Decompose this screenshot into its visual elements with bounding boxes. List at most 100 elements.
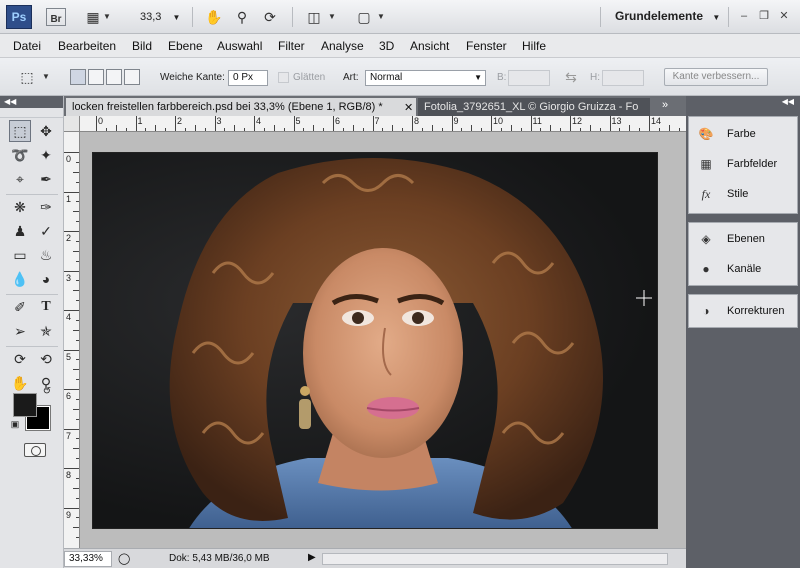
magic-wand-tool-icon[interactable]: ✦ bbox=[35, 144, 57, 166]
close-icon[interactable]: ✕ bbox=[404, 99, 413, 116]
feather-input[interactable]: 0 Px bbox=[228, 70, 268, 86]
crop-tool-icon[interactable]: ⌖ bbox=[9, 168, 31, 190]
workspace-switcher[interactable]: Grundelemente ▼ bbox=[615, 9, 720, 23]
ruler-major-tick bbox=[64, 270, 79, 272]
status-info-icon[interactable]: ◯ bbox=[118, 552, 130, 565]
eyedropper-tool-icon[interactable]: ✒ bbox=[35, 168, 57, 190]
tab-document-inactive[interactable]: Fotolia_3792651_XL © Giorgio Gruizza - F… bbox=[418, 98, 650, 116]
history-brush-tool-icon[interactable]: ✓ bbox=[35, 220, 57, 242]
zoom-level-select[interactable]: 33,3 ▼ bbox=[140, 8, 184, 26]
path-selection-tool-icon[interactable]: ➢ bbox=[9, 320, 31, 342]
ruler-major-tick bbox=[214, 116, 216, 131]
rectangular-marquee-tool-icon[interactable]: ⬚ bbox=[9, 120, 31, 142]
style-select[interactable]: Normal ▼ bbox=[365, 70, 486, 86]
panel-stile[interactable]: fx Stile bbox=[689, 182, 799, 206]
horizontal-scrollbar[interactable] bbox=[322, 553, 668, 565]
document-image[interactable] bbox=[92, 152, 658, 529]
hand-tool-icon[interactable]: ✋ bbox=[203, 7, 225, 27]
panel-expand-arrows-icon[interactable]: ◀◀ bbox=[686, 96, 800, 108]
ruler-label: 5 bbox=[295, 116, 301, 126]
panel-kanaele[interactable]: ● Kanäle bbox=[689, 257, 799, 281]
arrange-documents-icon[interactable]: ◫ bbox=[303, 7, 325, 27]
screen-mode-icon[interactable]: ▢ bbox=[353, 7, 375, 27]
panel-farbfelder[interactable]: ▦ Farbfelder bbox=[689, 152, 799, 176]
antialias-checkbox[interactable] bbox=[278, 72, 289, 83]
add-to-selection-button[interactable] bbox=[88, 69, 104, 85]
more-tabs-icon[interactable]: » bbox=[662, 99, 668, 111]
ruler-major-tick bbox=[609, 116, 611, 131]
toolbox-grip[interactable] bbox=[0, 108, 63, 118]
menu-ansicht[interactable]: Ansicht bbox=[410, 39, 449, 53]
3d-rotate-tool-icon[interactable]: ⟳ bbox=[9, 348, 31, 370]
panel-collapse-arrows-icon[interactable]: ◀◀ bbox=[0, 96, 63, 108]
quick-mask-button[interactable] bbox=[24, 443, 46, 457]
menu-bearbeiten[interactable]: Bearbeiten bbox=[58, 39, 116, 53]
menu-ebene[interactable]: Ebene bbox=[168, 39, 203, 53]
subtract-from-selection-button[interactable] bbox=[106, 69, 122, 85]
ruler-label: 0 bbox=[98, 116, 104, 126]
status-menu-arrow-icon[interactable]: ▶ bbox=[308, 552, 316, 563]
marquee-preset-icon[interactable]: ⬚ bbox=[16, 67, 38, 87]
clone-stamp-tool-icon[interactable]: ♟ bbox=[9, 220, 31, 242]
ruler-major-tick bbox=[372, 116, 374, 131]
chevron-down-icon[interactable]: ▼ bbox=[375, 7, 387, 27]
ruler-minor-tick bbox=[352, 125, 354, 131]
panel-korrekturen[interactable]: ◑ Korrekturen bbox=[689, 299, 799, 323]
blur-tool-icon[interactable]: 💧 bbox=[9, 268, 31, 290]
zoom-tool-icon[interactable]: ⚲ bbox=[231, 7, 253, 27]
3d-orbit-tool-icon[interactable]: ⟲ bbox=[35, 348, 57, 370]
new-selection-button[interactable] bbox=[70, 69, 86, 85]
ruler-major-tick bbox=[293, 116, 295, 131]
lasso-tool-icon[interactable]: ➰ bbox=[9, 144, 31, 166]
refine-edge-button[interactable]: Kante verbessern... bbox=[664, 68, 768, 86]
menu-bild[interactable]: Bild bbox=[132, 39, 152, 53]
panel-farbe[interactable]: 🎨 Farbe bbox=[689, 122, 799, 146]
ruler-label: 4 bbox=[256, 116, 262, 126]
ruler-major-tick bbox=[175, 116, 176, 131]
bridge-launch-button[interactable]: Br bbox=[46, 8, 66, 26]
rotate-view-icon[interactable]: ⟳ bbox=[259, 7, 281, 27]
zoom-field[interactable]: 33,33% bbox=[64, 551, 112, 567]
menu-fenster[interactable]: Fenster bbox=[466, 39, 507, 53]
hand-tool-icon[interactable]: ✋ bbox=[9, 372, 31, 394]
dodge-tool-icon[interactable]: ◕ bbox=[35, 268, 57, 290]
swap-colors-icon[interactable]: ↺ bbox=[40, 385, 54, 399]
menu-hilfe[interactable]: Hilfe bbox=[522, 39, 546, 53]
document-tabs: locken freistellen farbbereich.psd bei 3… bbox=[64, 96, 686, 116]
brush-tool-icon[interactable]: ✑ bbox=[35, 196, 57, 218]
paint-bucket-tool-icon[interactable]: ♨ bbox=[35, 244, 57, 266]
restore-icon[interactable]: ❐ bbox=[756, 8, 772, 24]
ruler-major-tick bbox=[570, 116, 571, 131]
menu-auswahl[interactable]: Auswahl bbox=[217, 39, 262, 53]
chevron-down-icon[interactable]: ▼ bbox=[326, 7, 338, 27]
height-input[interactable] bbox=[602, 70, 644, 86]
tab-title: locken freistellen farbbereich.psd bei 3… bbox=[72, 101, 383, 113]
chevron-down-icon[interactable]: ▼ bbox=[101, 7, 113, 27]
foreground-color-swatch[interactable] bbox=[13, 393, 37, 417]
style-value: Normal bbox=[370, 72, 403, 83]
close-icon[interactable]: ✕ bbox=[776, 8, 792, 24]
ruler-origin[interactable] bbox=[64, 116, 80, 132]
pen-tool-icon[interactable]: ✐ bbox=[9, 296, 31, 318]
tab-title: Fotolia_3792651_XL © Giorgio Gruizza - F… bbox=[424, 101, 639, 113]
menu-datei[interactable]: Datei bbox=[13, 39, 41, 53]
panel-ebenen[interactable]: ◈ Ebenen bbox=[689, 227, 799, 251]
tab-document-active[interactable]: locken freistellen farbbereich.psd bei 3… bbox=[66, 98, 416, 116]
move-tool-icon[interactable]: ✥ bbox=[35, 120, 57, 142]
intersect-selection-button[interactable] bbox=[124, 69, 140, 85]
eraser-tool-icon[interactable]: ▭ bbox=[9, 244, 31, 266]
custom-shape-tool-icon[interactable]: ✯ bbox=[35, 320, 57, 342]
ruler-minor-tick bbox=[73, 329, 79, 331]
fx-icon: fx bbox=[701, 187, 711, 201]
minimize-icon[interactable]: – bbox=[736, 8, 752, 24]
chevron-down-icon[interactable]: ▼ bbox=[40, 67, 52, 87]
type-tool-icon[interactable]: T bbox=[35, 296, 57, 318]
divider bbox=[6, 194, 58, 195]
menu-analyse[interactable]: Analyse bbox=[321, 39, 364, 53]
default-colors-icon[interactable]: ▣ bbox=[9, 418, 21, 430]
swap-dimensions-icon[interactable]: ⇆ bbox=[560, 67, 582, 87]
menu-3d[interactable]: 3D bbox=[379, 39, 394, 53]
spot-healing-tool-icon[interactable]: ❋ bbox=[9, 196, 31, 218]
width-input[interactable] bbox=[508, 70, 550, 86]
menu-filter[interactable]: Filter bbox=[278, 39, 305, 53]
